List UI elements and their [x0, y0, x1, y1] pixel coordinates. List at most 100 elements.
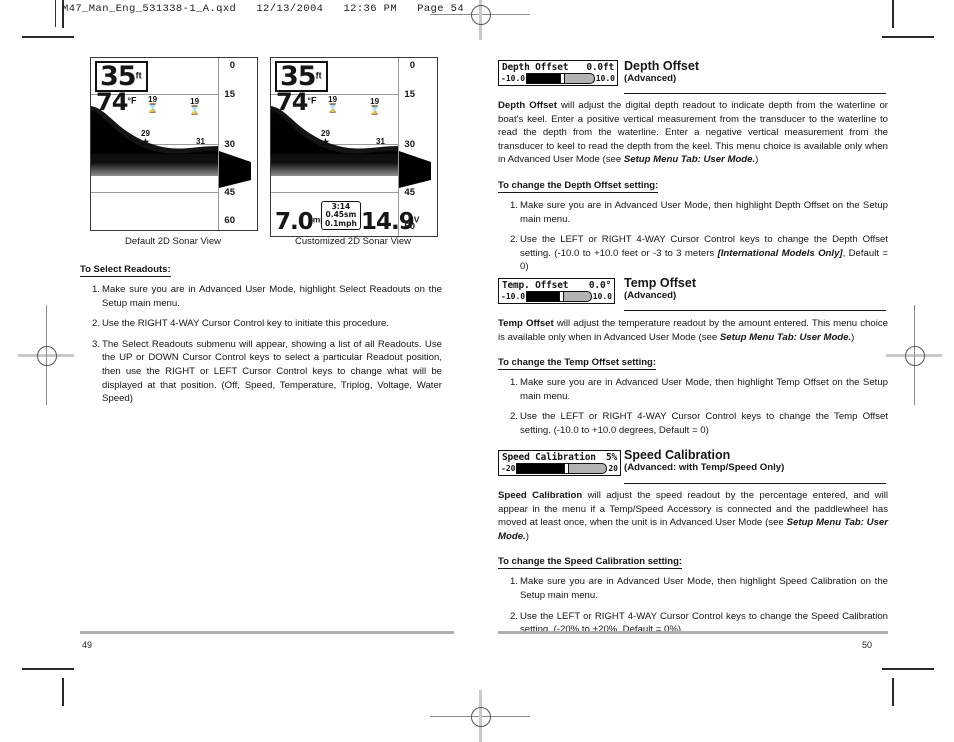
temp-offset-menu-widget[interactable]: Temp. Offset 0.0° -10.0 10.0 — [498, 278, 615, 304]
step-number: 2. — [509, 411, 518, 423]
list-item: 3. The Select Readouts submenu will appea… — [80, 338, 442, 406]
widget-slider-fill — [527, 292, 559, 301]
scale-tick-60: 60 — [224, 215, 235, 226]
crop-mark-top-right-v — [892, 0, 894, 28]
widget-slider-fill — [517, 464, 564, 473]
temp-offset-term: Temp Offset — [498, 318, 554, 329]
select-readouts-steps: 1. Make sure you are in Advanced User Mod… — [80, 283, 442, 406]
section-title: Temp Offset — [624, 276, 696, 290]
temp-offset-reference: Setup Menu Tab: User Mode. — [719, 331, 852, 343]
depth-offset-paragraph-tail: ) — [755, 154, 759, 166]
step-text: Use the LEFT or RIGHT 4-WAY Cursor Contr… — [520, 411, 888, 437]
step-text-emphasis: [International Models Only] — [717, 247, 843, 259]
widget-min-label: -10.0 — [501, 292, 526, 301]
widget-slider-row[interactable]: -20 20 — [499, 463, 620, 475]
widget-max-label: 10.0 — [595, 74, 615, 83]
widget-label: Speed Calibration — [502, 452, 596, 463]
scale-tick-45: 45 — [404, 187, 415, 198]
slug-divider — [55, 0, 56, 27]
list-item: 2. Use the LEFT or RIGHT 4-WAY Cursor Con… — [498, 410, 888, 437]
widget-slider-track[interactable] — [516, 463, 608, 474]
widget-label: Temp. Offset — [502, 280, 569, 291]
widget-slider-knob[interactable] — [563, 464, 569, 473]
temperature-value: 74 — [276, 88, 308, 116]
temperature-readout: 74°F — [96, 90, 137, 114]
depth-unit: ft — [315, 70, 322, 81]
step-number: 3. — [91, 338, 100, 350]
temperature-readout: 74°F — [276, 90, 317, 114]
widget-slider-row[interactable]: -10.0 10.0 — [499, 291, 614, 303]
step-text: Make sure you are in Advanced User Mode,… — [520, 200, 888, 225]
temp-offset-body: Temp Offset will adjust the temperature … — [498, 317, 888, 445]
default-sonar-screen: 35ft 74°F 19 ⌛ 19 ⌛ 29 ★ 31 ● 0 15 30 45… — [90, 57, 258, 231]
registration-mark-left — [18, 305, 74, 405]
speed-calibration-body: Speed Calibration will adjust the speed … — [498, 489, 888, 644]
step-number: 2. — [509, 234, 518, 246]
widget-slider-track[interactable] — [526, 291, 592, 302]
speed-value: 7.0 — [275, 209, 314, 235]
step-number: 1. — [509, 200, 518, 212]
widget-slider-track[interactable] — [526, 73, 595, 84]
list-item: 1. Make sure you are in Advanced User Mod… — [498, 575, 888, 602]
depth-offset-steps: 1. Make sure you are in Advanced User Mod… — [498, 199, 888, 274]
widget-title-row: Speed Calibration 5% — [499, 451, 620, 463]
crop-mark-bottom-left-v — [62, 678, 64, 706]
crop-mark-bottom-right-v — [892, 678, 894, 706]
list-item: 2. Use the LEFT or RIGHT 4-WAY Cursor Con… — [498, 233, 888, 274]
widget-slider-row[interactable]: -10.0 10.0 — [499, 73, 617, 85]
section-title: Depth Offset — [624, 59, 699, 73]
speed-calibration-steps-heading: To change the Speed Calibration setting: — [498, 556, 683, 570]
section-subtitle: (Advanced: with Temp/Speed Only) — [624, 462, 785, 474]
step-number: 1. — [509, 576, 518, 588]
speed-calibration-paragraph: Speed Calibration will adjust the speed … — [498, 489, 888, 543]
scale-tick-15: 15 — [224, 89, 235, 100]
fish-arch-1: 19 ⌛ — [147, 95, 159, 114]
widget-slider-fill — [527, 74, 561, 83]
temp-offset-steps-heading: To change the Temp Offset setting: — [498, 357, 656, 371]
fish-arch-4: 31 ● — [376, 137, 385, 156]
crop-mark-bottom-right-h — [882, 668, 934, 670]
speed-calibration-menu-widget[interactable]: Speed Calibration 5% -20 20 — [498, 450, 621, 476]
temp-offset-section-header: Temp Offset (Advanced) — [624, 276, 888, 302]
speed-calibration-term: Speed Calibration — [498, 490, 583, 501]
fish-arch-3: 29 ★ — [321, 129, 330, 148]
depth-offset-section-header: Depth Offset (Advanced) — [624, 59, 888, 85]
step-number: 2. — [509, 610, 518, 622]
depth-offset-menu-widget[interactable]: Depth Offset 0.0ft -10.0 10.0 — [498, 60, 618, 86]
sonar-depth-scale: 0 15 30 45 60 — [398, 58, 437, 236]
widget-min-label: -10.0 — [501, 74, 526, 83]
widget-max-label: 20 — [608, 464, 618, 473]
left-page-number: 49 — [82, 640, 93, 650]
fish-arch-1: 19 ⌛ — [327, 95, 339, 114]
temp-offset-steps: 1. Make sure you are in Advanced User Mod… — [498, 376, 888, 437]
registration-mark-right — [886, 305, 942, 405]
right-page-number: 50 — [862, 640, 873, 650]
section-subtitle: (Advanced) — [624, 73, 677, 85]
widget-slider-knob[interactable] — [558, 292, 564, 301]
step-text: Make sure you are in Advanced User Mode,… — [520, 576, 888, 602]
widget-label: Depth Offset — [502, 62, 569, 73]
widget-slider-knob[interactable] — [560, 74, 566, 83]
widget-value: 0.0ft — [586, 62, 614, 73]
list-item: 1. Make sure you are in Advanced User Mod… — [498, 199, 888, 226]
left-footer-rule — [80, 631, 454, 634]
depth-offset-body: Depth Offset will adjust the digital dep… — [498, 99, 888, 281]
widget-value: 5% — [605, 452, 617, 463]
registration-mark-bottom — [430, 690, 530, 742]
scale-tick-0: 0 — [409, 60, 415, 71]
customized-sonar-screen: 35ft 74°F 19 ⌛ 19 ⌛ 29 ★ 31 ● 7.0 3:14 0… — [270, 57, 438, 237]
crop-mark-bottom-left-h — [22, 668, 74, 670]
step-number: 1. — [509, 377, 518, 389]
fish-arch-2: 19 ⌛ — [369, 97, 381, 116]
list-item: 2. Use the RIGHT 4-WAY Cursor Control key… — [80, 317, 442, 331]
temp-offset-paragraph-tail: ) — [851, 331, 855, 343]
custom-readout-bar: 7.0mph 3:14 0.45sm 0.1mph 14.9V — [273, 196, 419, 236]
crop-mark-top-left-h — [22, 36, 74, 38]
fish-arch-4: 31 ● — [196, 137, 205, 156]
scale-tick-30: 30 — [224, 139, 235, 150]
fish-arch-2: 19 ⌛ — [189, 97, 201, 116]
widget-title-row: Depth Offset 0.0ft — [499, 61, 617, 73]
step-text: Make sure you are in Advanced User Mode,… — [102, 284, 442, 309]
widget-value: 0.0° — [588, 280, 611, 291]
scale-tick-45: 45 — [224, 187, 235, 198]
